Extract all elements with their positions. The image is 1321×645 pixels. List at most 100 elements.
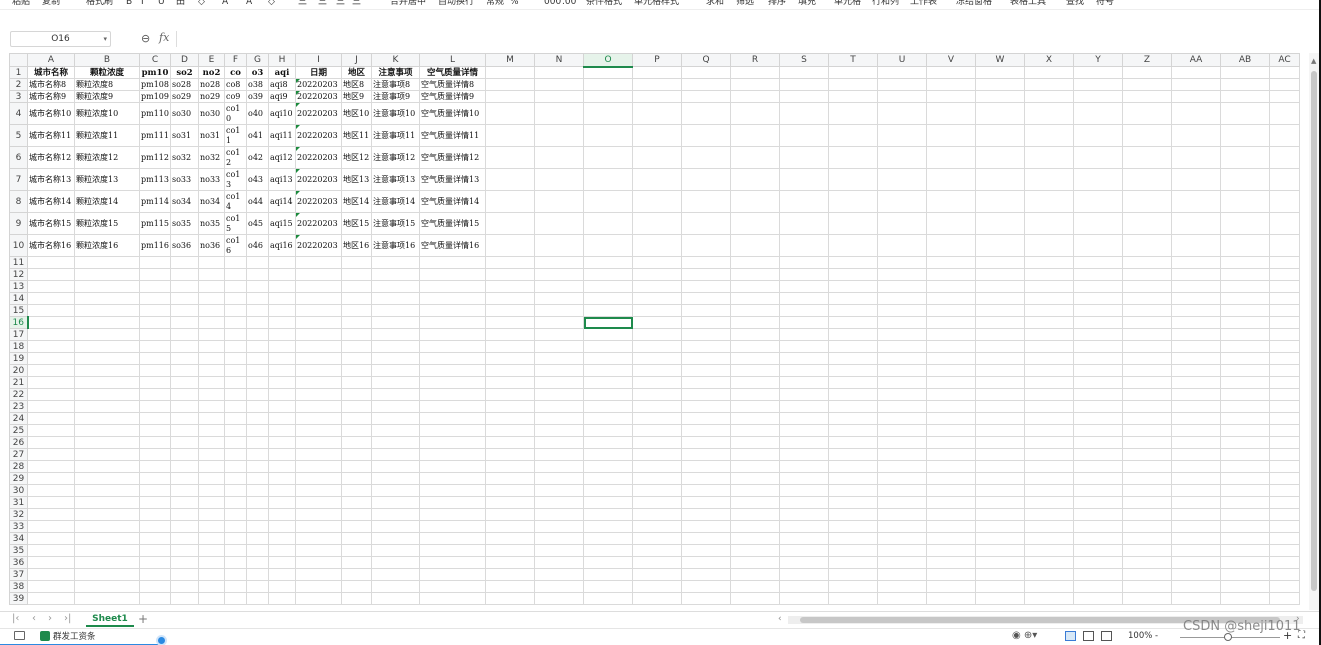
grid-cell[interactable] <box>632 340 682 353</box>
grid-cell[interactable]: 城市名称8 <box>27 78 75 91</box>
grid-cell[interactable] <box>681 352 731 365</box>
grid-cell[interactable] <box>1269 532 1300 545</box>
grid-cell[interactable] <box>198 268 225 281</box>
grid-cell[interactable] <box>730 316 780 329</box>
grid-cell[interactable] <box>583 168 633 191</box>
grid-cell[interactable] <box>1122 568 1172 581</box>
grid-cell[interactable] <box>27 328 75 341</box>
grid-cell[interactable] <box>779 544 829 557</box>
grid-cell[interactable] <box>170 352 199 365</box>
row-header[interactable]: 26 <box>9 436 28 449</box>
grid-cell[interactable] <box>583 592 633 605</box>
grid-cell[interactable] <box>975 532 1025 545</box>
grid-cell[interactable] <box>926 256 976 269</box>
grid-cell[interactable] <box>268 436 296 449</box>
grid-cell[interactable] <box>224 496 247 509</box>
grid-cell[interactable] <box>975 328 1025 341</box>
grid-cell[interactable] <box>730 66 780 79</box>
grid-cell[interactable] <box>632 460 682 473</box>
grid-cell[interactable] <box>74 496 140 509</box>
grid-cell[interactable] <box>926 292 976 305</box>
grid-cell[interactable] <box>730 340 780 353</box>
grid-cell[interactable] <box>975 168 1025 191</box>
grid-cell[interactable] <box>583 532 633 545</box>
row-header[interactable]: 30 <box>9 484 28 497</box>
grid-cell[interactable]: o42 <box>246 146 269 169</box>
grid-cell[interactable]: no2 <box>198 66 225 79</box>
grid-cell[interactable] <box>170 328 199 341</box>
grid-cell[interactable] <box>1171 124 1221 147</box>
grid-cell[interactable] <box>877 388 927 401</box>
grid-cell[interactable] <box>485 168 535 191</box>
grid-cell[interactable]: pm113 <box>139 168 171 191</box>
grid-cell[interactable] <box>877 412 927 425</box>
grid-cell[interactable] <box>74 568 140 581</box>
grid-cell[interactable] <box>1073 90 1123 103</box>
grid-cell[interactable] <box>534 448 584 461</box>
grid-cell[interactable] <box>632 124 682 147</box>
grid-cell[interactable] <box>1024 78 1074 91</box>
grid-cell[interactable] <box>632 352 682 365</box>
toolbar-item[interactable]: 求和 <box>706 0 724 8</box>
grid-cell[interactable]: 空气质量详情16 <box>419 234 486 257</box>
grid-cell[interactable] <box>926 364 976 377</box>
grid-cell[interactable] <box>975 508 1025 521</box>
grid-cell[interactable]: 地区9 <box>341 90 372 103</box>
grid-cell[interactable] <box>246 292 269 305</box>
grid-cell[interactable] <box>27 472 75 485</box>
grid-cell[interactable] <box>170 532 199 545</box>
grid-cell[interactable] <box>926 424 976 437</box>
grid-cell[interactable] <box>74 364 140 377</box>
row-header[interactable]: 2 <box>9 78 28 91</box>
grid-cell[interactable]: pm115 <box>139 212 171 235</box>
grid-cell[interactable] <box>139 592 171 605</box>
grid-cell[interactable] <box>877 592 927 605</box>
row-header[interactable]: 5 <box>9 124 28 147</box>
grid-cell[interactable] <box>198 508 225 521</box>
grid-cell[interactable] <box>681 580 731 593</box>
grid-cell[interactable] <box>1171 448 1221 461</box>
grid-cell[interactable] <box>975 190 1025 213</box>
grid-cell[interactable] <box>681 78 731 91</box>
grid-cell[interactable] <box>1220 268 1270 281</box>
scroll-up-icon[interactable]: ▲ <box>1311 57 1316 65</box>
grid-cell[interactable] <box>583 556 633 569</box>
grid-cell[interactable] <box>1073 556 1123 569</box>
grid-cell[interactable] <box>139 352 171 365</box>
grid-cell[interactable] <box>419 472 486 485</box>
column-header-j[interactable]: J <box>341 53 372 67</box>
grid-cell[interactable] <box>419 340 486 353</box>
grid-cell[interactable] <box>1269 424 1300 437</box>
grid-cell[interactable]: 颗粒浓度8 <box>74 78 140 91</box>
grid-cell[interactable] <box>27 436 75 449</box>
grid-cell[interactable] <box>341 352 372 365</box>
grid-cell[interactable] <box>828 568 878 581</box>
grid-cell[interactable] <box>419 508 486 521</box>
grid-cell[interactable] <box>1024 90 1074 103</box>
grid-cell[interactable] <box>877 268 927 281</box>
grid-cell[interactable] <box>268 568 296 581</box>
grid-cell[interactable] <box>632 412 682 425</box>
grid-cell[interactable] <box>198 292 225 305</box>
grid-cell[interactable] <box>681 190 731 213</box>
grid-cell[interactable] <box>1269 212 1300 235</box>
column-header-z[interactable]: Z <box>1122 53 1172 67</box>
grid-cell[interactable] <box>1171 234 1221 257</box>
grid-cell[interactable] <box>730 78 780 91</box>
grid-cell[interactable] <box>1171 532 1221 545</box>
grid-cell[interactable] <box>926 556 976 569</box>
grid-cell[interactable] <box>1122 190 1172 213</box>
grid-cell[interactable] <box>371 520 420 533</box>
grid-cell[interactable]: o40 <box>246 102 269 125</box>
grid-cell[interactable] <box>341 556 372 569</box>
grid-cell[interactable] <box>139 316 171 329</box>
grid-cell[interactable] <box>27 484 75 497</box>
grid-cell[interactable] <box>295 292 342 305</box>
grid-cell[interactable] <box>926 460 976 473</box>
grid-cell[interactable] <box>1269 520 1300 533</box>
grid-cell[interactable] <box>139 268 171 281</box>
select-all-corner[interactable] <box>9 53 28 67</box>
row-header[interactable]: 11 <box>9 256 28 269</box>
grid-cell[interactable]: o3 <box>246 66 269 79</box>
grid-cell[interactable] <box>1220 484 1270 497</box>
